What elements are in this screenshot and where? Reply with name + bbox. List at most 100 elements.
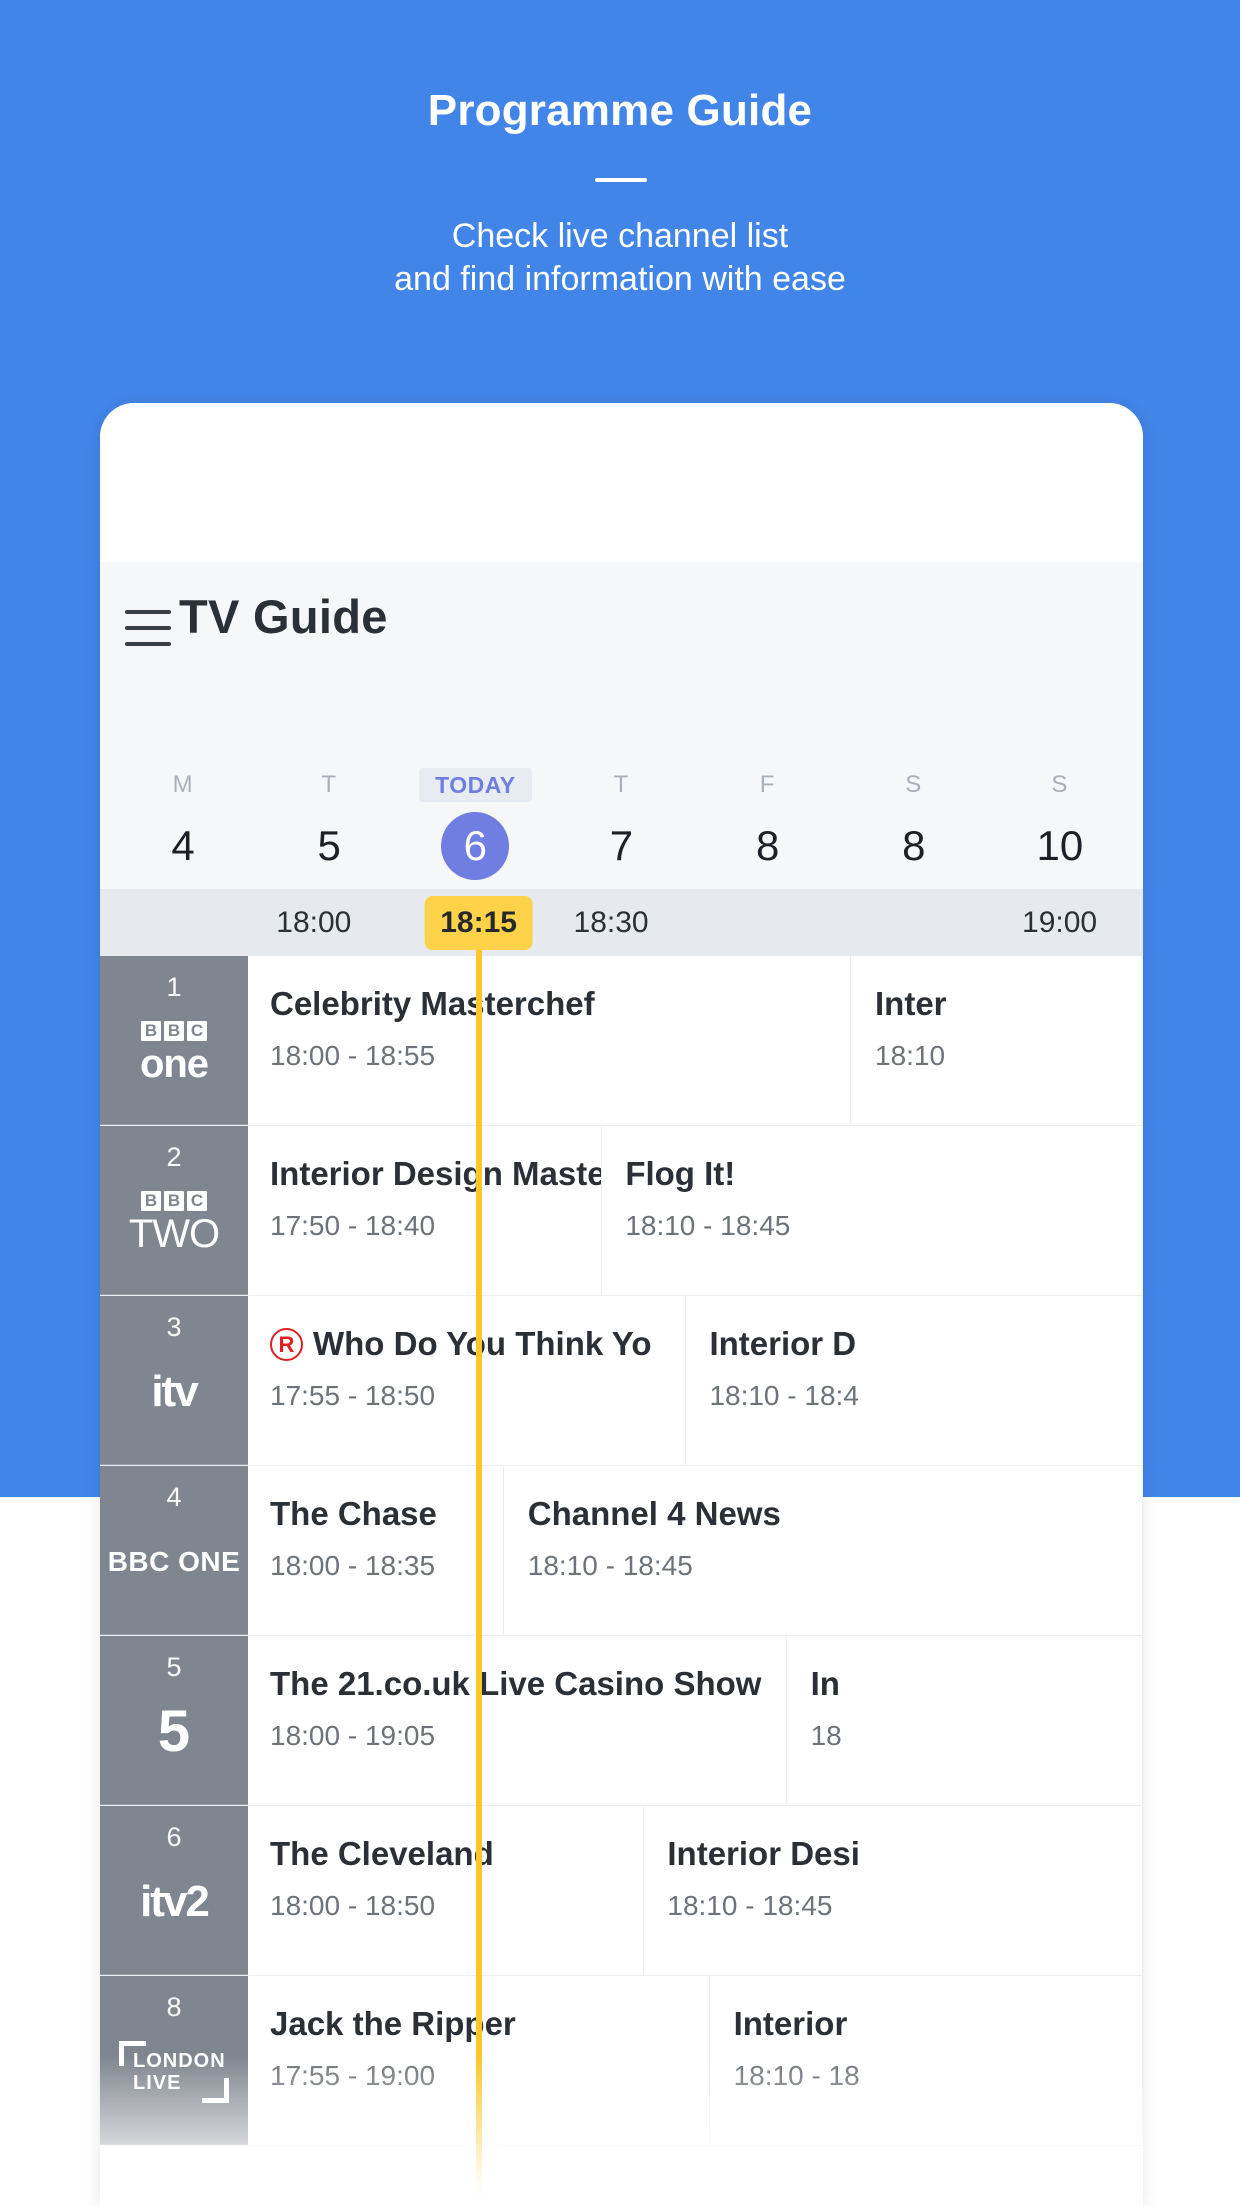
channel-logo-cell[interactable]: 6 itv2	[100, 1806, 248, 1975]
programme-title-row: The Chase	[270, 1492, 503, 1536]
hamburger-line	[125, 642, 171, 646]
programme-title-row: Celebrity Masterchef	[270, 982, 850, 1026]
programme-cell[interactable]: Channel 4 News 18:10 - 18:45	[505, 1466, 1143, 1635]
current-time-chip[interactable]: 18:15	[424, 896, 533, 950]
programme-title-row: Jack the Ripper	[270, 2002, 709, 2046]
channel-logo-text: one	[139, 1041, 209, 1086]
channel-logo-text: BBC ONE	[107, 1546, 241, 1577]
channel-logo-cell[interactable]: 55	[100, 1636, 248, 1805]
subtitle-line-1: Check live channel list	[451, 217, 789, 255]
programme-title-row: Interior D	[709, 1322, 1142, 1366]
title-divider	[595, 178, 647, 182]
programme-time: 17:55 - 18:50	[270, 1380, 436, 1411]
channel-number: 5	[166, 1652, 182, 1682]
programme-cell[interactable]: Interior D 18:10 - 18:4	[687, 1296, 1143, 1465]
phone-status-area	[100, 403, 1143, 562]
date-cell[interactable]: M4	[110, 758, 256, 889]
channel-row: 8 LONDON LIVE Jack the Ripper 17:55 - 19:00 I…	[100, 1976, 1143, 2146]
programme-cell[interactable]: R Who Do You Think Yo 17:55 - 18:50	[248, 1296, 686, 1465]
date-number: 8	[902, 822, 926, 869]
channel-row: 1 B B Cone Celebrity Masterchef 18:00 - 18:55…	[100, 956, 1143, 1126]
channel-number: 4	[166, 1482, 182, 1512]
programme-title: The 21.co.uk Live Casino Show	[270, 1665, 762, 1702]
date-dow-label: F	[759, 771, 776, 798]
programme-title: Interior Desi	[667, 1835, 860, 1872]
bbc-blocks-icon: BBC	[140, 1020, 208, 1041]
date-number: 4	[171, 822, 195, 869]
programme-cell[interactable]: In 18	[788, 1636, 1143, 1805]
date-cell[interactable]: S8	[841, 758, 987, 889]
hamburger-icon[interactable]	[125, 610, 171, 646]
repeat-icon: R	[270, 1328, 303, 1361]
app-title: TV Guide	[179, 590, 388, 643]
programme-title-row: The Cleveland	[270, 1832, 643, 1876]
programme-title-row: Interior Design Maste	[270, 1152, 601, 1196]
channel-row: 2 B B C TWO Interior Design Maste 17:50 - 18:4…	[100, 1126, 1143, 1296]
date-dow-label: S	[905, 771, 923, 798]
programme-cell[interactable]: Jack the Ripper 17:55 - 19:00	[248, 1976, 710, 2145]
date-cell[interactable]: S 10	[987, 758, 1133, 889]
channel-row: 5 5 The 21.co.uk Live Casino Show 18:00 - 1…	[100, 1636, 1143, 1806]
programme-title: In	[810, 1665, 840, 1702]
time-label: 18:30	[573, 906, 649, 939]
date-cell[interactable]: T5	[256, 758, 402, 889]
channel-logo-cell[interactable]: 4 BBC ONE	[100, 1466, 248, 1635]
bbc-block: C	[187, 1020, 207, 1041]
date-selector[interactable]: M 4 T 5 TODAY 6 T 7 F 8 S 8 S 10	[100, 758, 1143, 889]
channel-number: 1	[166, 972, 182, 1002]
channel-row: 6 itv2 The Cleveland 18:00 - 18:50 Interior …	[100, 1806, 1143, 1976]
date-dow-label: M	[172, 771, 194, 798]
programme-cell[interactable]: The 21.co.uk Live Casino Show 18:00 - 19:…	[248, 1636, 787, 1805]
date-dow-label: T	[613, 771, 630, 798]
hamburger-line	[125, 610, 171, 614]
programme-title: Who Do You Think Yo	[313, 1325, 652, 1362]
programme-title: Interior	[733, 2005, 848, 2042]
programme-cell[interactable]: Celebrity Masterchef 18:00 - 18:55	[248, 956, 852, 1125]
programme-time: 18:10 - 18:45	[527, 1550, 693, 1581]
channel-logo: BBC ONE	[108, 1546, 241, 1578]
date-number: 10	[1036, 822, 1084, 869]
programme-title-row: Interior	[734, 2002, 1142, 2046]
bbc-block: B	[164, 1020, 184, 1041]
programme-grid: 1 B B Cone Celebrity Masterchef 18:00 - 18:55…	[100, 956, 1143, 2146]
programme-cell[interactable]: Interior 18:10 - 18	[711, 1976, 1143, 2145]
programme-title: Interior Design Maste	[270, 1155, 602, 1192]
page-subtitle: Check live channel list and find informa…	[0, 215, 1240, 300]
programme-cell[interactable]: The Cleveland 18:00 - 18:50	[248, 1806, 644, 1975]
programme-title: Inter	[875, 985, 947, 1022]
date-cell[interactable]: F8	[695, 758, 841, 889]
subtitle-line-2: and find information with ease	[394, 259, 846, 298]
date-cell[interactable]: T7	[548, 758, 694, 889]
date-number: 8	[755, 822, 780, 869]
programme-time: 18:00 - 18:50	[270, 1890, 436, 1921]
programme-track: Jack the Ripper 17:55 - 19:00 Interior 18:1…	[248, 1976, 1143, 2145]
programme-cell[interactable]: The Chase 18:00 - 18:35	[248, 1466, 504, 1635]
programme-time: 18:10 - 18:45	[625, 1210, 791, 1241]
app-bar: TV Guide	[100, 562, 1143, 758]
date-number: 7	[609, 822, 634, 869]
programme-track: The Chase 18:00 - 18:35 Channel 4 News 18:1…	[248, 1466, 1143, 1635]
channel-logo-line-2: LIVE	[133, 2072, 182, 2094]
date-number: 6	[441, 812, 510, 880]
programme-time: 17:50 - 18:40	[270, 1210, 436, 1241]
timeline-header[interactable]: 18:00 18:15 18:30 19:00	[100, 889, 1143, 956]
channel-logo-cell[interactable]: 2 B B C TWO	[100, 1126, 248, 1295]
programme-title-row: R Who Do You Think Yo	[270, 1322, 685, 1366]
bbc-block: B	[141, 1190, 161, 1211]
time-label: 18:00	[276, 906, 352, 939]
programme-time: 18:00 - 18:55	[270, 1040, 436, 1071]
programme-title-row: The 21.co.uk Live Casino Show	[270, 1662, 786, 1706]
programme-cell[interactable]: Interior Desi 18:10 - 18:45	[645, 1806, 1143, 1975]
channel-logo-cell[interactable]: 1 B B Cone	[100, 956, 248, 1125]
date-cell[interactable]: TODAY 6	[402, 758, 548, 889]
programme-cell[interactable]: Flog It! 18:10 - 18:45	[603, 1126, 1143, 1295]
channel-logo: LONDON LIVE	[119, 2041, 229, 2103]
london-live-icon: LONDON LIVE	[119, 2041, 229, 2103]
programme-time: 18:10 - 18:4	[709, 1380, 859, 1411]
channel-logo-cell[interactable]: 3 itv	[100, 1296, 248, 1465]
programme-cell[interactable]: Inter 18:10	[853, 956, 1143, 1125]
programme-title-row: Channel 4 News	[528, 1492, 1142, 1536]
channel-logo-cell[interactable]: 8 LONDON LIVE	[100, 1976, 248, 2145]
programme-cell[interactable]: Interior Design Maste 17:50 - 18:40	[248, 1126, 602, 1295]
programme-time: 18	[810, 1720, 842, 1751]
